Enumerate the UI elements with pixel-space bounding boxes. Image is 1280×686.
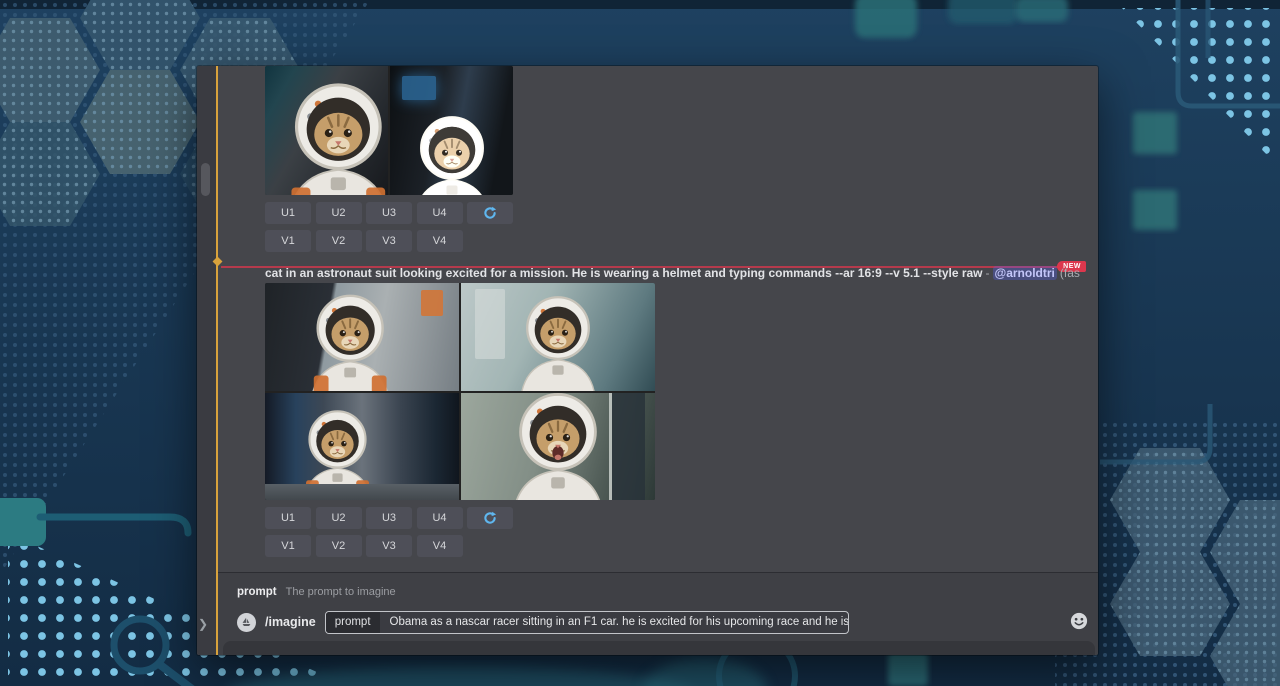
variation-row-2: V1 V2 V3 V4 [265,535,463,557]
cat-astronaut-art [295,402,380,500]
generated-image-1[interactable] [265,283,459,391]
sailboat-icon [240,616,253,629]
upscale-row-2: U1 U2 U3 U4 [265,507,513,529]
prompt-input-value: Obama as a nascar racer sitting in an F1… [390,616,848,628]
upscale-button-u2[interactable]: U2 [316,202,362,224]
upscale-button-u3[interactable]: U3 [366,507,412,529]
upscale-button-u1[interactable]: U1 [265,507,311,529]
upscale-button-u2[interactable]: U2 [316,507,362,529]
refresh-icon [483,511,497,525]
cat-astronaut-art [511,287,604,391]
prompt-bold-text: cat in an astronaut suit looking excited… [265,266,983,280]
chevron-right-icon: ❯ [198,617,208,631]
emoji-smile-icon [1070,612,1088,630]
cat-astronaut-art [275,71,388,195]
generated-image-left[interactable] [265,66,388,195]
upscale-button-u1[interactable]: U1 [265,202,311,224]
midjourney-image-partial[interactable] [265,66,513,195]
unread-marker-line [216,66,218,655]
rerun-button[interactable] [467,507,513,529]
scrollbar-thumb[interactable] [201,163,210,196]
generated-image-2[interactable] [461,283,655,391]
variation-button-v2[interactable]: V2 [316,535,362,557]
cat-astronaut-art [501,393,614,501]
upscale-button-u3[interactable]: U3 [366,202,412,224]
cat-astronaut-art [301,285,399,391]
generated-image-4[interactable] [461,393,655,501]
generated-image-3[interactable] [265,393,459,501]
discord-window: U1 U2 U3 U4 V1 V2 V3 V4 NEW cat in an [197,66,1098,655]
emoji-picker-button[interactable] [1070,612,1088,630]
variation-button-v1[interactable]: V1 [265,535,311,557]
prompt-param-chip: prompt [326,612,380,633]
midjourney-bot-avatar [237,613,256,632]
variation-button-v3[interactable]: V3 [366,535,412,557]
imagine-command-label: /imagine [265,615,316,629]
option-description: The prompt to imagine [286,586,396,598]
option-hint-row: prompt The prompt to imagine [237,586,396,598]
refresh-icon [483,206,497,220]
slash-command-row: /imagine prompt Obama as a nascar racer … [237,608,1084,636]
midjourney-image-grid[interactable] [265,283,655,500]
upscale-row-1: U1 U2 U3 U4 [265,202,513,224]
prompt-input[interactable]: prompt Obama as a nascar racer sitting i… [325,611,849,634]
message-prompt-text: cat in an astronaut suit looking excited… [265,266,1080,280]
message-composer-edge[interactable] [223,641,1095,655]
upscale-button-u4[interactable]: U4 [417,202,463,224]
speed-mode-label: (fast) [1060,266,1080,280]
cat-astronaut-art [405,107,498,195]
variation-button-v4[interactable]: V4 [417,535,463,557]
variation-button-v1[interactable]: V1 [265,230,311,252]
variation-button-v2[interactable]: V2 [316,230,362,252]
user-mention[interactable]: @arnoldtri [993,266,1057,280]
variation-button-v4[interactable]: V4 [417,230,463,252]
scrollbar-track[interactable] [197,66,216,655]
variation-row-1: V1 V2 V3 V4 [265,230,463,252]
upscale-button-u4[interactable]: U4 [417,507,463,529]
generated-image-right[interactable] [390,66,513,195]
option-name: prompt [237,586,277,598]
desktop-background: U1 U2 U3 U4 V1 V2 V3 V4 NEW cat in an [0,0,1280,686]
prompt-separator: - [986,266,990,280]
rerun-button[interactable] [467,202,513,224]
variation-button-v3[interactable]: V3 [366,230,412,252]
